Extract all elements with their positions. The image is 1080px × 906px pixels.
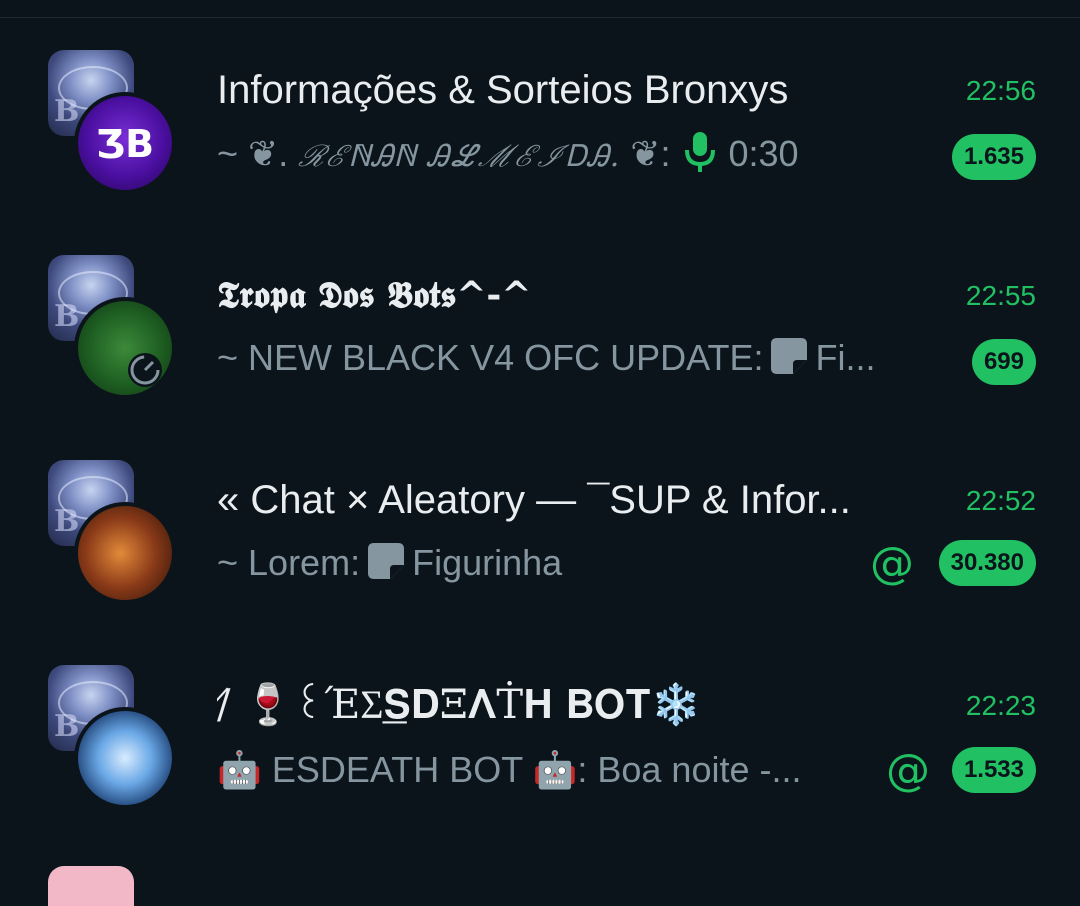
unread-badge: 30.380 — [938, 540, 1036, 586]
chat-time: 22:23 — [965, 690, 1036, 721]
sticker-icon — [769, 336, 809, 376]
chat-row-chat-aleatory[interactable]: B « Chat × Aleatory — ¯SUP & Infor... 22… — [0, 460, 1080, 650]
chat-preview: ~ NEW BLACK V4 OFC UPDATE: Fi... — [217, 335, 917, 381]
preview-text: ~ NEW BLACK V4 OFC UPDATE: — [217, 337, 764, 378]
voice-duration: 0:30 — [728, 133, 799, 174]
unread-badge: 699 — [971, 339, 1036, 385]
preview-tail: Fi... — [815, 337, 876, 378]
group-avatar — [74, 502, 176, 604]
preview-text: ~ Lorem: — [217, 542, 361, 583]
chat-time: 22:52 — [965, 485, 1036, 516]
preview-prefix: ~ ❦. — [217, 133, 299, 174]
unread-badge: 1.635 — [951, 134, 1036, 180]
chat-title: « Chat × Aleatory — ¯SUP & Infor... — [217, 478, 851, 522]
sticker-icon — [366, 541, 406, 581]
chat-row-bronxys[interactable]: B ƷB Informações & Sorteios Bronxys 22:5… — [0, 50, 1080, 240]
group-avatar: ƷB — [74, 92, 176, 194]
chat-row-esdeath-bot[interactable]: B /̸ 🍷꒰ΈΣ͟𝐒𝐃Ξ𝚲Ṫ𝐇 𝐁𝐎𝐓❄️ 22:23 🤖 ESDEATH B… — [0, 665, 1080, 855]
unread-badge: 1.533 — [951, 747, 1036, 793]
community-avatar[interactable]: B — [48, 665, 176, 809]
chat-title: /̸ 🍷꒰ΈΣ͟𝐒𝐃Ξ𝚲Ṫ𝐇 𝐁𝐎𝐓❄️ — [217, 682, 701, 728]
group-avatar-logo: ƷB — [95, 122, 155, 166]
status-icon — [128, 353, 162, 387]
community-avatar[interactable]: B — [48, 460, 176, 604]
chat-preview: 🤖 ESDEATH BOT 🤖: Boa noite -... — [217, 749, 802, 790]
mention-icon: @ — [870, 538, 914, 589]
community-avatar[interactable]: B ƷB — [48, 50, 176, 194]
preview-sender: ℛℰℕᎯℕ ᎯℒℳℰℐᎠᎯ. — [298, 139, 621, 174]
chat-title: Informações & Sorteios Bronxys — [217, 68, 789, 112]
chat-row-tropa-dos-bots[interactable]: B 𝕿𝖗𝖔𝖕𝖆 𝕯𝖔𝖘 𝕭𝖔𝖙𝖘^-^ 22:55 ~ NEW BLACK V4… — [0, 255, 1080, 445]
chat-preview: ~ Lorem: Figurinha — [217, 540, 917, 586]
chat-time: 22:56 — [965, 75, 1036, 106]
community-avatar[interactable]: B — [48, 255, 176, 399]
microphone-icon — [682, 130, 718, 174]
group-avatar — [74, 707, 176, 809]
mention-icon: @ — [886, 745, 930, 796]
next-chat-avatar[interactable] — [48, 866, 134, 906]
preview-suffix: ❦: — [620, 133, 671, 174]
preview-tail: Figurinha — [412, 542, 563, 583]
chat-title: 𝕿𝖗𝖔𝖕𝖆 𝕯𝖔𝖘 𝕭𝖔𝖙𝖘^-^ — [217, 274, 532, 316]
chat-list: B ƷB Informações & Sorteios Bronxys 22:5… — [0, 0, 1080, 906]
chat-preview: ~ ❦. ℛℰℕᎯℕ ᎯℒℳℰℐᎠᎯ. ❦: 0:30 — [217, 130, 917, 180]
chat-time: 22:55 — [965, 280, 1036, 311]
